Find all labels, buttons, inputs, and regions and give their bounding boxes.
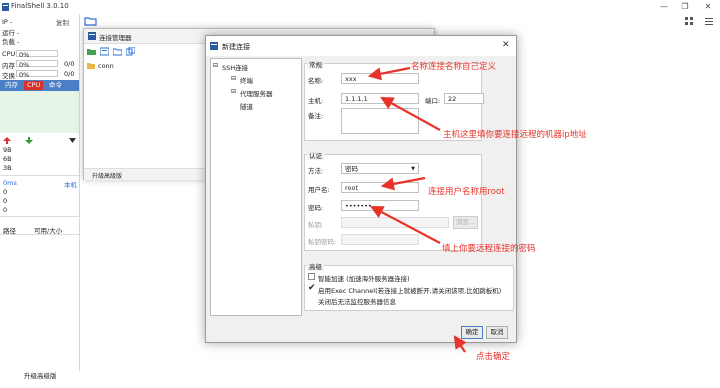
annotation-name: 名称连接名称自己定义: [411, 62, 497, 72]
annotation-username: 连接用户名称用root: [428, 187, 505, 197]
arrow-host: [380, 96, 441, 131]
annotation-host: 主机这里填你要连接远程的机器ip地址: [443, 130, 587, 140]
annotation-password: 填上你要远程连接的密码: [442, 244, 536, 254]
arrow-password: [370, 205, 441, 244]
arrow-username: [380, 176, 426, 191]
annotation-arrows: [367, 66, 467, 353]
arrow-name: [367, 66, 411, 81]
arrow-ok: [453, 335, 467, 353]
annotation-ok: 点击确定: [476, 352, 511, 362]
